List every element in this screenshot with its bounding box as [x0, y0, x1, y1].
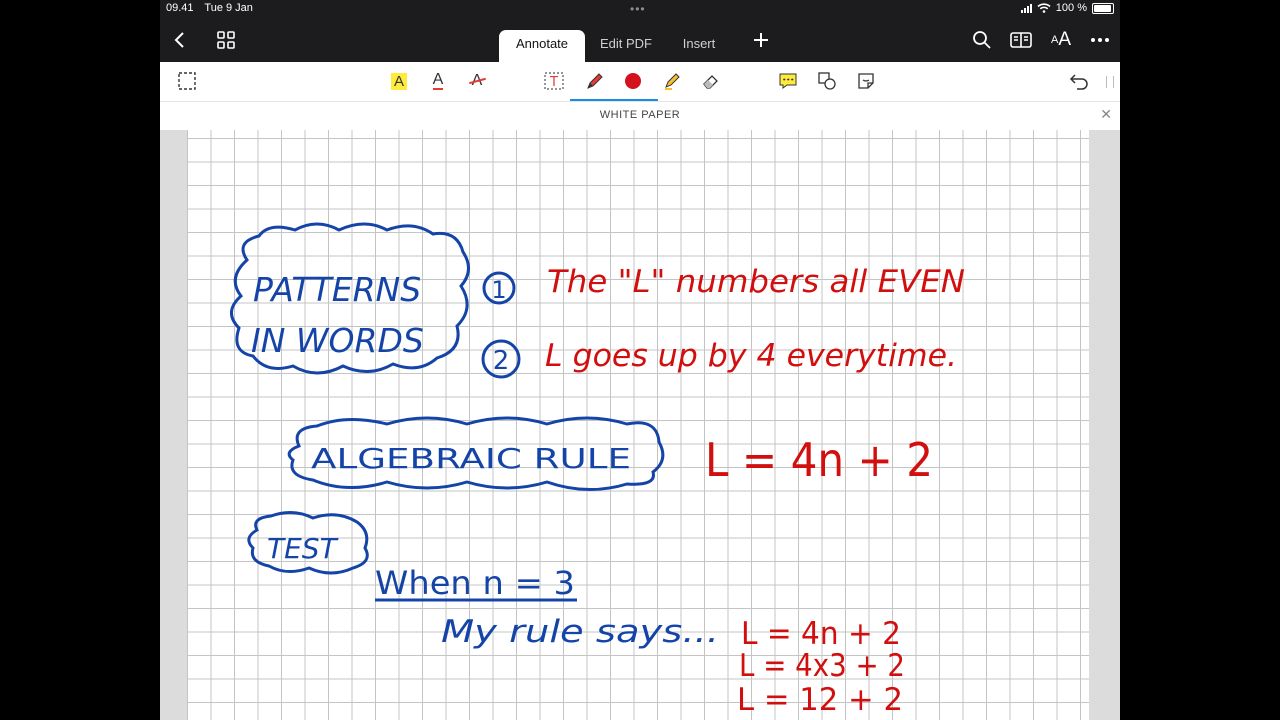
highlight-text-icon[interactable]: A [384, 66, 414, 96]
lasso-select-icon[interactable] [172, 66, 202, 96]
pen-icon[interactable] [570, 66, 620, 101]
document-canvas[interactable]: PATTERNS IN WORDS 1 The "L" numbers all … [160, 130, 1120, 720]
point1-text: The "L" numbers all EVEN [547, 264, 965, 300]
close-document-icon[interactable]: ✕ [1100, 106, 1112, 123]
highlighter-icon[interactable] [657, 66, 687, 96]
when-text: When n = 3 [375, 564, 575, 602]
eraser-icon[interactable] [696, 66, 726, 96]
status-time: 09.41 [166, 2, 194, 14]
multitask-dots-icon[interactable]: ••• [630, 2, 646, 16]
text-box-icon[interactable]: T [539, 66, 569, 96]
cellular-signal-icon [1020, 3, 1032, 13]
tab-edit-pdf[interactable]: Edit PDF [589, 30, 663, 62]
toolbar-drag-handle[interactable] [1106, 76, 1114, 88]
point2-number: 2 [493, 346, 510, 376]
patterns-heading-line1: PATTERNS [253, 270, 421, 309]
test-heading: TEST [267, 532, 339, 565]
pen-color-icon[interactable] [608, 66, 658, 101]
strikethrough-text-icon[interactable]: A [462, 66, 492, 96]
patterns-heading-line2: IN WORDS [251, 321, 424, 360]
calc-step-3: L = 12 + 2 [737, 682, 903, 718]
battery-icon [1092, 2, 1114, 14]
ipad-screen: 09.41 Tue 9 Jan ••• 100 % Annotate Edit [160, 0, 1120, 720]
search-icon[interactable] [964, 18, 1000, 62]
calc-step-1: L = 4n + 2 [741, 616, 901, 652]
add-icon[interactable] [743, 18, 779, 62]
svg-text:T: T [549, 75, 558, 90]
grid-icon[interactable] [208, 18, 244, 62]
comment-icon[interactable] [773, 66, 803, 96]
back-icon[interactable] [162, 18, 198, 62]
more-icon[interactable] [1082, 18, 1118, 62]
undo-icon[interactable] [1064, 66, 1094, 96]
shapes-icon[interactable] [812, 66, 842, 96]
tab-annotate[interactable]: Annotate [499, 30, 585, 62]
grid-paper-page[interactable]: PATTERNS IN WORDS 1 The "L" numbers all … [187, 130, 1089, 720]
battery-percent: 100 % [1055, 2, 1087, 14]
sticker-icon[interactable] [851, 66, 881, 96]
rule-says-text: My rule says... [441, 614, 719, 650]
top-navigation-bar: Annotate Edit PDF Insert AA [160, 18, 1120, 62]
tab-insert[interactable]: Insert [669, 30, 729, 62]
book-icon[interactable] [1003, 18, 1039, 62]
underline-text-icon[interactable]: A [423, 66, 453, 96]
calc-step-2: L = 4x3 + 2 [739, 648, 905, 684]
point1-number: 1 [491, 276, 506, 304]
document-title: WHITE PAPER [599, 109, 681, 121]
status-date: Tue 9 Jan [204, 2, 253, 14]
algebra-heading: ALGEBRAIC RULE [311, 442, 631, 475]
status-bar: 09.41 Tue 9 Jan ••• 100 % [160, 0, 1120, 18]
annotation-toolbar: A A A T [160, 62, 1120, 102]
handwritten-notes: PATTERNS IN WORDS 1 The "L" numbers all … [230, 222, 965, 718]
point2-text: L goes up by 4 everytime. [545, 338, 957, 374]
algebra-formula: L = 4n + 2 [705, 433, 933, 487]
wifi-icon [1037, 3, 1051, 13]
document-title-bar: WHITE PAPER ✕ [160, 102, 1120, 130]
text-size-icon[interactable]: AA [1043, 18, 1079, 62]
